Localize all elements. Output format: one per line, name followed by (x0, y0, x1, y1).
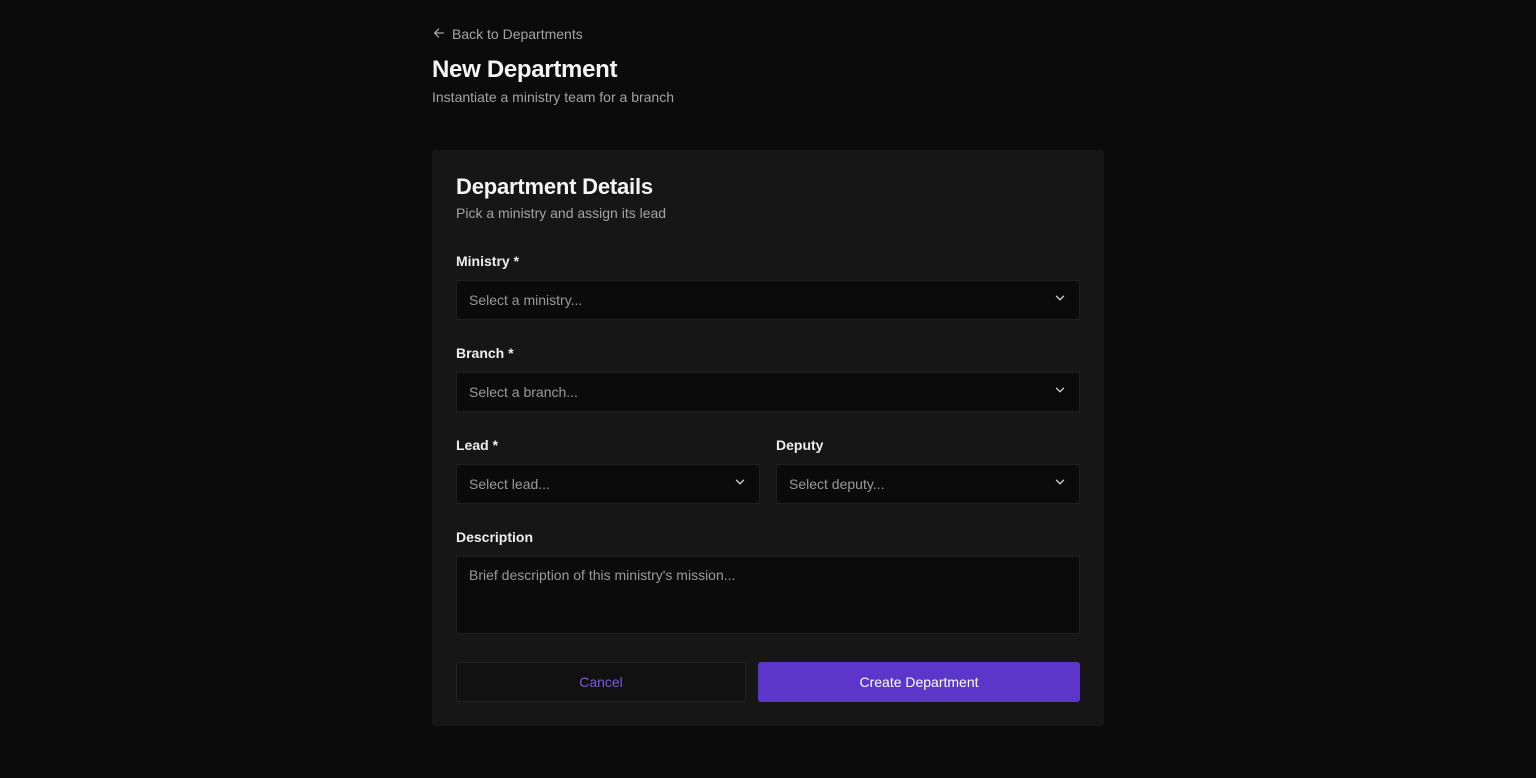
lead-label: Lead * (456, 437, 499, 453)
lead-select-placeholder: Select lead... (469, 476, 550, 492)
chevron-down-icon (733, 475, 747, 494)
chevron-down-icon (1053, 383, 1067, 402)
page-subtitle: Instantiate a ministry team for a branch (432, 88, 674, 105)
cancel-button[interactable]: Cancel (456, 662, 746, 702)
branch-label: Branch * (456, 345, 514, 361)
branch-select-placeholder: Select a branch... (469, 384, 578, 400)
lead-select[interactable]: Select lead... (456, 464, 760, 504)
branch-select[interactable]: Select a branch... (456, 372, 1080, 412)
description-textarea[interactable]: Brief description of this ministry's mis… (456, 556, 1080, 634)
description-label: Description (456, 529, 534, 545)
card-title: Department Details (456, 174, 653, 199)
page-header: Back to Departments New Department Insta… (432, 24, 1104, 107)
ministry-field: Ministry * Select a ministry... (456, 252, 1080, 320)
card-subtitle: Pick a ministry and assign its lead (456, 205, 667, 221)
chevron-down-icon (1053, 475, 1067, 494)
arrow-left-icon (432, 26, 446, 43)
back-to-departments-link[interactable]: Back to Departments (432, 24, 583, 44)
lead-field: Lead * Select lead... (456, 436, 760, 504)
department-details-card: Department Details Pick a ministry and a… (432, 150, 1104, 726)
description-placeholder: Brief description of this ministry's mis… (469, 567, 736, 583)
create-department-button[interactable]: Create Department (758, 662, 1080, 702)
deputy-field: Deputy Select deputy... (776, 436, 1080, 504)
deputy-label: Deputy (776, 437, 824, 453)
branch-field: Branch * Select a branch... (456, 344, 1080, 412)
description-field: Description Brief description of this mi… (456, 528, 1080, 634)
ministry-select[interactable]: Select a ministry... (456, 280, 1080, 320)
ministry-label: Ministry * (456, 253, 520, 269)
back-link-label: Back to Departments (452, 26, 583, 42)
deputy-select-placeholder: Select deputy... (789, 476, 885, 492)
chevron-down-icon (1053, 291, 1067, 310)
deputy-select[interactable]: Select deputy... (776, 464, 1080, 504)
ministry-select-placeholder: Select a ministry... (469, 292, 583, 308)
page-title: New Department (432, 55, 618, 83)
